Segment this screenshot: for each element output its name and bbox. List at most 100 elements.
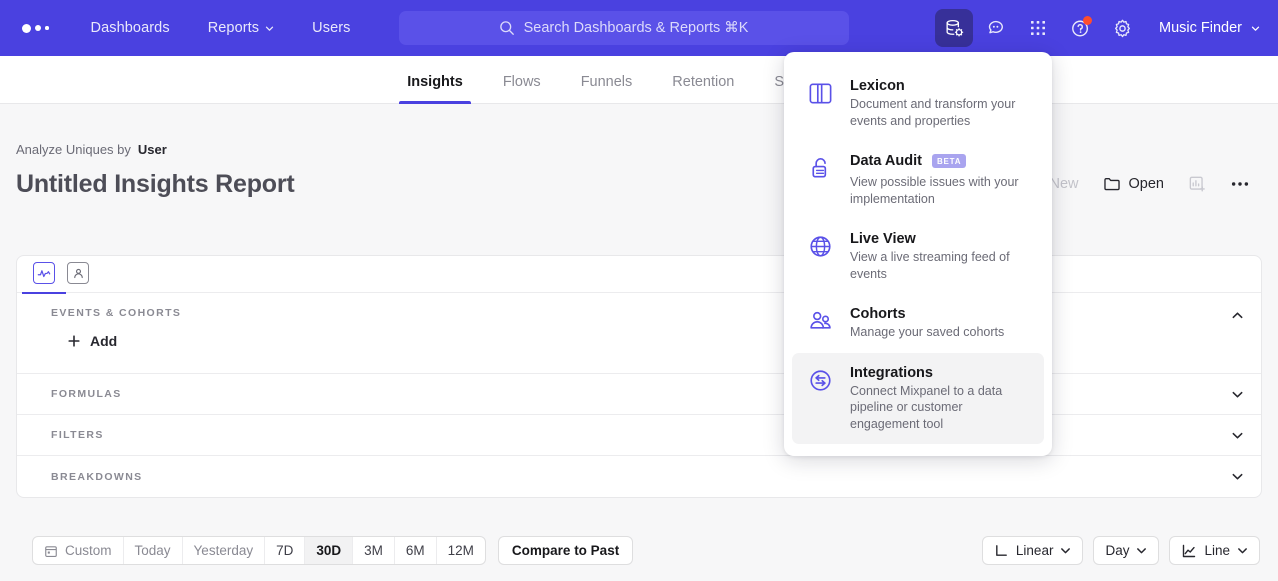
logo-dot-large	[22, 24, 31, 33]
chart-type-selector[interactable]: Line	[1169, 536, 1260, 565]
date-range-3m[interactable]: 3M	[353, 537, 395, 564]
open-report-label: Open	[1129, 176, 1164, 192]
apps-grid-icon-button[interactable]	[1019, 9, 1057, 47]
scale-selector[interactable]: Linear	[982, 536, 1084, 565]
chevron-down-icon	[1237, 545, 1248, 556]
section-filters-expand-toggle[interactable]	[1229, 427, 1245, 443]
date-range-12m-label: 12M	[448, 543, 474, 558]
lexicon-book-icon	[804, 78, 836, 129]
top-navigation-bar: Dashboards Reports Users Search Dashboar…	[0, 0, 1278, 56]
report-header: Analyze Uniques by User Untitled Insight…	[16, 142, 1262, 218]
menu-item-lexicon[interactable]: Lexicon Document and transform your even…	[792, 66, 1044, 141]
menu-item-live-view[interactable]: Live View View a live streaming feed of …	[792, 219, 1044, 294]
date-range-30d[interactable]: 30D	[305, 537, 353, 564]
query-tab-profiles[interactable]	[67, 255, 89, 293]
menu-item-cohorts[interactable]: Cohorts Manage your saved cohorts	[792, 294, 1044, 353]
chevron-down-icon	[1136, 545, 1147, 556]
section-filters-title: FILTERS	[51, 429, 104, 441]
open-report-button[interactable]: Open	[1091, 169, 1176, 199]
menu-item-data-audit-title-row: Data Audit BETA	[850, 153, 1032, 169]
section-formulas-expand-toggle[interactable]	[1229, 386, 1245, 402]
more-options-button[interactable]	[1218, 174, 1262, 194]
data-management-icon-button[interactable]	[935, 9, 973, 47]
analyze-unit-value[interactable]: User	[138, 142, 167, 157]
tab-retention-label: Retention	[672, 74, 734, 90]
line-chart-icon	[1181, 543, 1197, 559]
section-formulas: FORMULAS	[17, 374, 1261, 415]
date-range-12m[interactable]: 12M	[437, 537, 485, 564]
data-management-dropdown-menu: Lexicon Document and transform your even…	[784, 52, 1052, 456]
menu-item-integrations[interactable]: Integrations Connect Mixpanel to a data …	[792, 353, 1044, 445]
section-events-title: EVENTS & COHORTS	[51, 307, 181, 319]
menu-item-data-audit[interactable]: Data Audit BETA View possible issues wit…	[792, 141, 1044, 219]
compare-to-past-button[interactable]: Compare to Past	[498, 536, 633, 565]
menu-item-live-view-desc: View a live streaming feed of events	[850, 249, 1032, 282]
add-event-button[interactable]: Add	[67, 333, 117, 349]
nav-link-reports-label: Reports	[208, 20, 259, 36]
date-range-3m-label: 3M	[364, 543, 383, 558]
global-search-input[interactable]: Search Dashboards & Reports ⌘K	[399, 11, 849, 45]
apps-grid-icon	[1028, 18, 1048, 38]
date-range-custom[interactable]: Custom	[33, 537, 124, 564]
logo-dot-medium	[35, 25, 41, 31]
project-selector[interactable]: Music Finder	[1159, 20, 1260, 36]
person-icon	[72, 267, 85, 280]
date-range-today[interactable]: Today	[124, 537, 183, 564]
section-filters: FILTERS	[17, 415, 1261, 456]
help-question-icon-button[interactable]	[1061, 9, 1099, 47]
section-breakdowns-expand-toggle[interactable]	[1229, 469, 1245, 485]
people-icon	[807, 308, 834, 335]
tab-retention[interactable]: Retention	[652, 74, 754, 103]
add-to-dashboard-button[interactable]	[1176, 169, 1218, 199]
nav-icon-group: Music Finder	[935, 9, 1264, 47]
project-name: Music Finder	[1159, 20, 1242, 36]
section-events-collapse-toggle[interactable]	[1229, 307, 1245, 323]
date-range-7d-label: 7D	[276, 543, 293, 558]
menu-item-data-audit-desc: View possible issues with your implement…	[850, 174, 1032, 207]
chevron-down-icon	[1231, 388, 1244, 401]
menu-item-live-view-text: Live View View a live streaming feed of …	[850, 231, 1032, 282]
analyze-prefix-label: Analyze Uniques by	[16, 142, 131, 157]
interval-selector[interactable]: Day	[1093, 536, 1159, 565]
date-range-today-label: Today	[135, 543, 171, 558]
user-profile-tab-icon	[67, 262, 89, 284]
interval-label: Day	[1105, 543, 1129, 558]
menu-item-integrations-text: Integrations Connect Mixpanel to a data …	[850, 365, 1032, 433]
menu-item-lexicon-text: Lexicon Document and transform your even…	[850, 78, 1032, 129]
mixpanel-logo[interactable]	[22, 24, 49, 33]
search-icon	[499, 20, 515, 36]
data-audit-lock-icon	[804, 153, 836, 207]
nav-link-dashboards[interactable]: Dashboards	[83, 14, 178, 42]
tab-funnels[interactable]: Funnels	[561, 74, 653, 103]
tab-insights[interactable]: Insights	[387, 74, 483, 103]
feedback-chat-icon-button[interactable]	[977, 9, 1015, 47]
query-tab-events[interactable]	[33, 255, 55, 293]
tab-flows[interactable]: Flows	[483, 74, 561, 103]
nav-link-users[interactable]: Users	[304, 14, 358, 42]
logo-dot-small	[45, 26, 49, 30]
tab-flows-label: Flows	[503, 74, 541, 90]
nav-link-users-label: Users	[312, 20, 350, 36]
page-body: Analyze Uniques by User Untitled Insight…	[0, 104, 1278, 581]
date-range-yesterday[interactable]: Yesterday	[183, 537, 266, 564]
date-range-selector: Custom Today Yesterday 7D 30D 3M 6M 12M	[32, 536, 486, 565]
date-range-6m[interactable]: 6M	[395, 537, 437, 564]
exchange-arrows-icon	[807, 367, 834, 394]
tab-insights-label: Insights	[407, 74, 463, 90]
live-view-globe-icon	[804, 231, 836, 282]
cohorts-people-icon	[804, 306, 836, 341]
chevron-down-icon	[1060, 545, 1071, 556]
section-breakdowns: BREAKDOWNS	[17, 456, 1261, 497]
query-builder-tabs	[17, 256, 1261, 293]
date-range-yesterday-label: Yesterday	[194, 543, 254, 558]
new-report-label: New	[1050, 176, 1079, 192]
section-formulas-title: FORMULAS	[51, 388, 122, 400]
folder-icon	[1103, 175, 1121, 193]
menu-item-cohorts-desc: Manage your saved cohorts	[850, 324, 1004, 341]
date-range-7d[interactable]: 7D	[265, 537, 305, 564]
pulse-chart-icon	[37, 266, 51, 280]
settings-gear-icon-button[interactable]	[1103, 9, 1141, 47]
nav-link-reports[interactable]: Reports	[200, 14, 282, 42]
date-range-30d-label: 30D	[316, 543, 341, 558]
integrations-arrows-icon	[804, 365, 836, 433]
